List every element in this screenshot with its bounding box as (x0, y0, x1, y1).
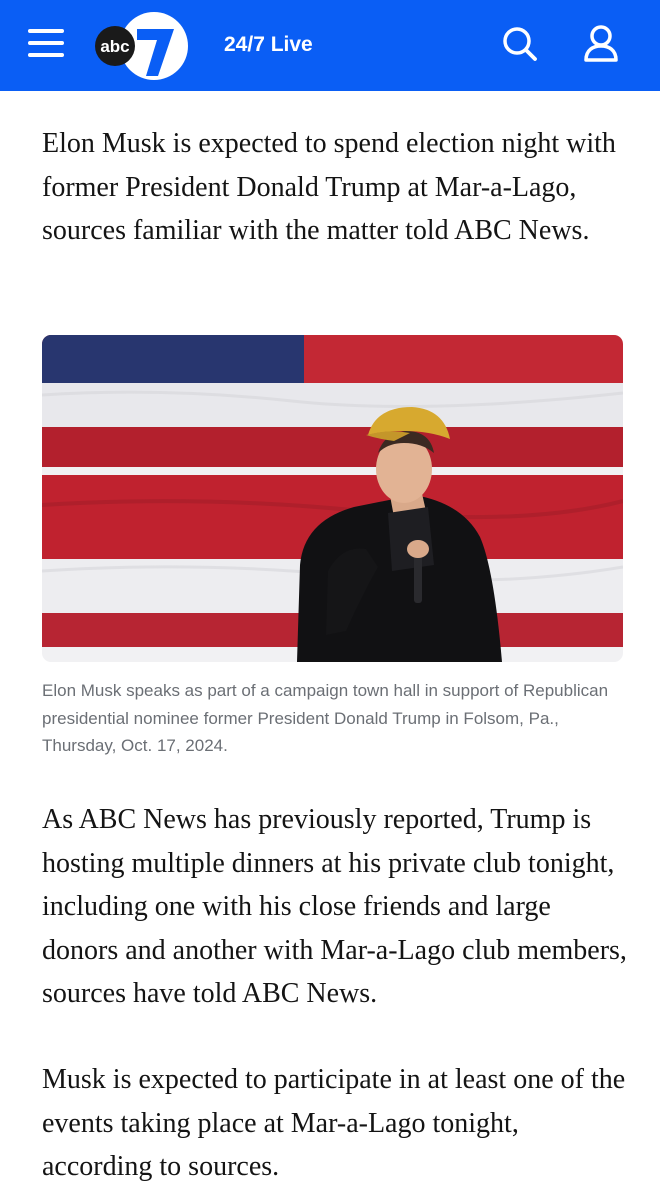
photo-caption: Elon Musk speaks as part of a campaign t… (42, 681, 609, 755)
article-paragraph-3: Musk is expected to participate in at le… (42, 1064, 626, 1182)
article-photo[interactable] (42, 335, 623, 662)
article-paragraph-2: As ABC News has previously reported, Tru… (42, 804, 627, 1009)
abc7-logo-graphic: abc (95, 12, 188, 80)
live-247-link[interactable]: 24/7 Live (224, 32, 313, 58)
top-nav-bar: abc 24/7 Live (0, 0, 660, 91)
user-account-icon[interactable] (581, 24, 621, 64)
search-icon[interactable] (500, 24, 540, 64)
article-paragraph-1: Elon Musk is expected to spend election … (42, 128, 616, 246)
abc-logo-text: abc (100, 37, 129, 56)
flag-speaker-image (42, 335, 623, 662)
hamburger-menu-icon[interactable] (28, 26, 66, 60)
abc7-logo[interactable]: abc (94, 10, 190, 82)
